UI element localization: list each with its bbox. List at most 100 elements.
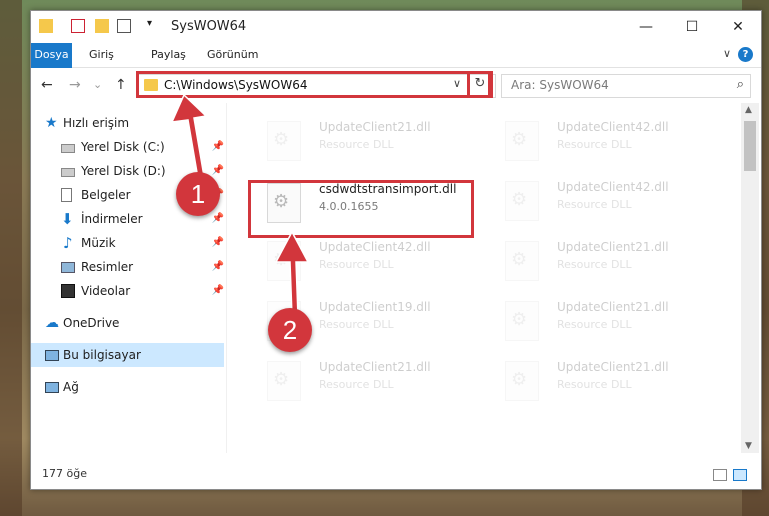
forward-button[interactable]: →	[69, 77, 81, 93]
sidebar-item-label: İndirmeler	[81, 212, 143, 226]
tab-gorunum[interactable]: Görünüm	[197, 43, 268, 67]
file-item[interactable]: UpdateClient42.dll Resource DLL	[247, 231, 472, 285]
recent-locations-icon[interactable]: ⌄	[93, 78, 102, 91]
pin-icon[interactable]: 📌	[212, 255, 224, 279]
title-bar: ▾ SysWOW64 — ☐ ✕	[31, 11, 761, 43]
file-item[interactable]: UpdateClient21.dll Resource DLL	[485, 231, 710, 285]
file-item[interactable]: UpdateClient42.dll Resource DLL	[485, 111, 710, 165]
back-button[interactable]: ←	[41, 77, 53, 93]
sidebar-item-this-pc[interactable]: Bu bilgisayar	[31, 343, 224, 367]
help-icon[interactable]: ?	[738, 47, 753, 62]
file-item[interactable]: UpdateClient21.dll Resource DLL	[485, 351, 710, 405]
file-item[interactable]: UpdateClient21.dll Resource DLL	[485, 291, 710, 345]
file-list: UpdateClient21.dll Resource DLL UpdateCl…	[227, 103, 741, 453]
pin-icon[interactable]: 📌	[212, 207, 224, 231]
minimize-button[interactable]: —	[623, 11, 669, 43]
customize-qa-icon[interactable]	[117, 19, 131, 33]
file-name: UpdateClient42.dll	[557, 120, 669, 134]
dll-file-icon	[505, 241, 539, 281]
sidebar-item-label: Ağ	[63, 380, 79, 394]
dll-file-icon	[505, 181, 539, 221]
explorer-window: ▾ SysWOW64 — ☐ ✕ Dosya Giriş Paylaş Görü…	[30, 10, 762, 490]
qa-dropdown-icon[interactable]: ▾	[147, 18, 152, 29]
window-title: SysWOW64	[171, 19, 247, 34]
file-name: UpdateClient21.dll	[557, 360, 669, 374]
sidebar-item-label: Bu bilgisayar	[63, 348, 141, 362]
navigation-bar: ← → ⌄ ↑ C:\Windows\SysWOW64 ∨ ↻ Ara: Sys…	[31, 68, 761, 102]
file-name: UpdateClient21.dll	[319, 120, 431, 134]
network-icon	[45, 382, 59, 393]
pin-icon[interactable]: 📌	[212, 231, 224, 255]
refresh-button[interactable]: ↻	[467, 71, 493, 98]
sidebar-item-videos[interactable]: Videolar 📌	[31, 279, 224, 303]
pictures-icon	[61, 262, 75, 273]
dll-file-icon	[267, 361, 301, 401]
step-badge-1: 1	[176, 172, 220, 216]
close-button[interactable]: ✕	[715, 11, 761, 43]
file-description: Resource DLL	[319, 378, 394, 391]
sidebar-item-quick-access[interactable]: ★ Hızlı erişim	[31, 111, 224, 135]
file-description: Resource DLL	[557, 378, 632, 391]
file-name: UpdateClient21.dll	[319, 360, 431, 374]
drive-icon	[61, 168, 75, 177]
file-item[interactable]: UpdateClient21.dll Resource DLL	[247, 351, 472, 405]
search-icon[interactable]: ⌕	[737, 77, 744, 92]
sidebar-item-label: Müzik	[81, 236, 116, 250]
sidebar-item-label: Videolar	[81, 284, 131, 298]
ribbon-tabs: Dosya Giriş Paylaş Görünüm ∨ ?	[31, 43, 761, 97]
item-count: 177 öğe	[42, 467, 87, 480]
sidebar-item-pictures[interactable]: Resimler 📌	[31, 255, 224, 279]
status-bar: 177 öğe	[31, 463, 761, 487]
file-description: Resource DLL	[319, 258, 394, 271]
sidebar-item-label: OneDrive	[63, 316, 120, 330]
search-box[interactable]: Ara: SysWOW64 ⌕	[501, 74, 751, 98]
sidebar-item-onedrive[interactable]: ☁ OneDrive	[31, 311, 224, 335]
dll-file-icon	[505, 301, 539, 341]
search-placeholder: Ara: SysWOW64	[511, 78, 609, 92]
sidebar-item-label: Belgeler	[81, 188, 131, 202]
scroll-thumb[interactable]	[744, 121, 756, 171]
maximize-button[interactable]: ☐	[669, 11, 715, 43]
file-name: UpdateClient21.dll	[557, 240, 669, 254]
expand-ribbon-icon[interactable]: ∨	[723, 47, 731, 60]
file-description: Resource DLL	[319, 138, 394, 151]
sidebar-item-label: Yerel Disk (D:)	[81, 164, 166, 178]
tab-giris[interactable]: Giriş	[79, 43, 124, 67]
pin-icon[interactable]: 📌	[212, 279, 224, 303]
file-item[interactable]: UpdateClient21.dll Resource DLL	[247, 111, 472, 165]
file-name: UpdateClient21.dll	[557, 300, 669, 314]
tiles-view-icon[interactable]	[733, 469, 747, 481]
star-icon: ★	[45, 115, 58, 131]
cloud-icon: ☁	[45, 315, 59, 331]
background-tree	[0, 0, 22, 516]
file-name: UpdateClient19.dll	[319, 300, 431, 314]
file-description: Resource DLL	[319, 318, 394, 331]
file-description: Resource DLL	[557, 318, 632, 331]
sidebar-item-network[interactable]: Ağ	[31, 375, 224, 399]
file-item[interactable]: UpdateClient42.dll Resource DLL	[485, 171, 710, 225]
scroll-down-icon[interactable]: ▼	[745, 441, 752, 451]
sidebar-item-disk-c[interactable]: Yerel Disk (C:) 📌	[31, 135, 224, 159]
drive-icon	[61, 144, 75, 153]
sidebar-item-label: Hızlı erişim	[63, 116, 130, 130]
step-badge-2: 2	[268, 308, 312, 352]
file-description: Resource DLL	[557, 258, 632, 271]
address-highlight	[136, 71, 491, 98]
properties-icon[interactable]	[71, 19, 85, 33]
file-description: Resource DLL	[557, 198, 632, 211]
vertical-scrollbar[interactable]: ▲ ▼	[741, 103, 759, 453]
scroll-up-icon[interactable]: ▲	[745, 105, 752, 115]
music-icon: ♪	[63, 234, 73, 252]
navigation-pane: ★ Hızlı erişim Yerel Disk (C:) 📌 Yerel D…	[31, 103, 226, 453]
details-view-icon[interactable]	[713, 469, 727, 481]
file-name: UpdateClient42.dll	[557, 180, 669, 194]
dll-file-icon	[505, 361, 539, 401]
up-button[interactable]: ↑	[115, 77, 127, 93]
pin-icon[interactable]: 📌	[212, 135, 224, 159]
sidebar-item-music[interactable]: ♪ Müzik 📌	[31, 231, 224, 255]
documents-icon	[61, 188, 72, 202]
new-folder-icon[interactable]	[95, 19, 109, 33]
tab-paylas[interactable]: Paylaş	[141, 43, 196, 67]
file-name: UpdateClient42.dll	[319, 240, 431, 254]
download-icon: ⬇	[61, 210, 74, 228]
